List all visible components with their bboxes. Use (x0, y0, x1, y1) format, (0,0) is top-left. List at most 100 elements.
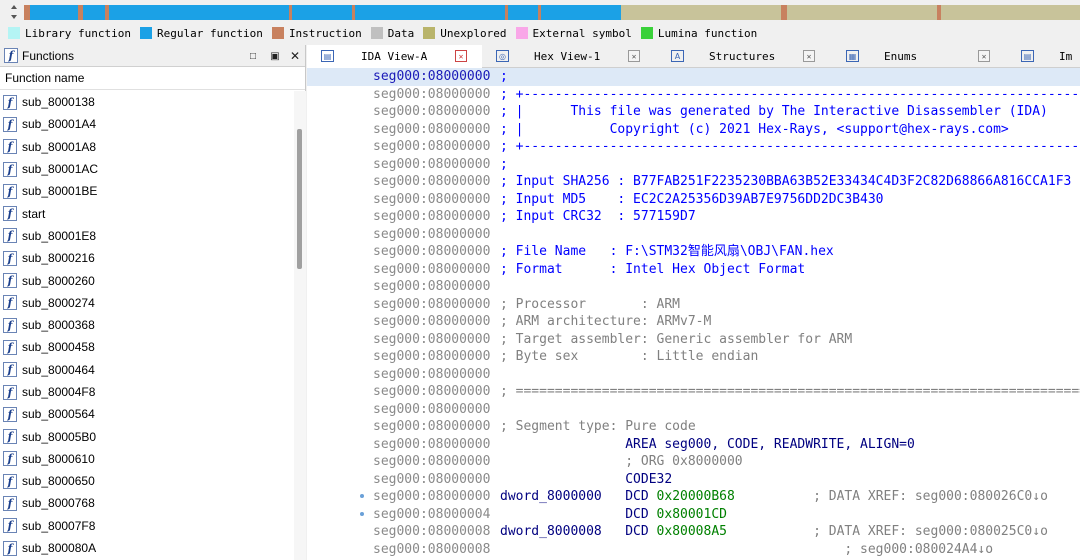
function-list-item[interactable]: f sub_8000260 (0, 269, 294, 291)
nav-band-segment[interactable] (292, 5, 352, 20)
listing-line[interactable]: seg000:08000000 ; | This file was generat… (307, 103, 1080, 121)
listing-line[interactable]: seg000:08000000 (307, 226, 1080, 244)
panel-float-button[interactable]: ▣ (268, 49, 282, 63)
panel-restore-button[interactable]: □ (246, 49, 260, 63)
listing-line[interactable]: seg000:08000008 ; seg000:080024A4↓o (307, 541, 1080, 559)
tab-close-icon[interactable]: ✕ (628, 50, 640, 62)
tab-im[interactable]: ▤ Im (1007, 45, 1080, 68)
listing-line[interactable]: seg000:08000000 dword_8000000 DCD 0x20000… (307, 488, 1080, 506)
function-list-item[interactable]: f sub_80001E8 (0, 225, 294, 247)
navigation-band[interactable] (0, 0, 1080, 24)
listing-line[interactable]: seg000:08000000 (307, 366, 1080, 384)
function-list-item[interactable]: f sub_80005B0 (0, 425, 294, 447)
listing-line[interactable]: seg000:08000000 ; Target assembler: Gener… (307, 331, 1080, 349)
nav-band-segment[interactable] (109, 5, 289, 20)
function-list-item[interactable]: f sub_8000650 (0, 470, 294, 492)
tab-enums[interactable]: ▦ Enums ✕ (832, 45, 1007, 68)
nav-band-segment[interactable] (541, 5, 621, 20)
listing-line[interactable]: seg000:08000000 ; Input SHA256 : B77FAB25… (307, 173, 1080, 191)
function-list-item[interactable]: f sub_8000458 (0, 336, 294, 358)
nav-band-segment[interactable] (508, 5, 538, 20)
legend-item: Regular function (139, 27, 263, 40)
function-list-item[interactable]: f sub_80001A4 (0, 113, 294, 135)
tab-close-icon[interactable]: ✕ (803, 50, 815, 62)
nav-band-strip[interactable] (24, 5, 1080, 20)
legend-item: Lumina function (640, 27, 757, 40)
function-list-item[interactable]: f sub_8000216 (0, 247, 294, 269)
disassembly-listing[interactable]: seg000:08000000; seg000:08000000; +------… (307, 68, 1080, 560)
function-list-item[interactable]: f sub_80004F8 (0, 381, 294, 403)
tab-hex-view-1[interactable]: ◎ Hex View-1 ✕ (482, 45, 657, 68)
function-list-item[interactable]: f sub_80007F8 (0, 515, 294, 537)
tab-close-icon[interactable]: ✕ (978, 50, 990, 62)
listing-line[interactable]: seg000:08000000 ; | Copyright (c) 2021 He… (307, 121, 1080, 139)
line-address: seg000:08000000 (373, 436, 491, 452)
function-list-item[interactable]: f sub_8000138 (0, 91, 294, 113)
line-token: DCD (601, 489, 657, 504)
line-content: ; File Name : F:\STM32智能风扇\OBJ\FAN.hex (500, 243, 834, 260)
function-list-item[interactable]: f start (0, 202, 294, 224)
function-list-item[interactable]: f sub_8000610 (0, 448, 294, 470)
function-list-item[interactable]: f sub_80001AC (0, 158, 294, 180)
listing-line[interactable]: seg000:08000000 AREA seg000, CODE, READW… (307, 436, 1080, 454)
function-list-item[interactable]: f sub_800080A (0, 537, 294, 559)
function-name: sub_8000610 (22, 451, 95, 466)
xref-dot-icon (360, 494, 364, 498)
listing-line[interactable]: seg000:08000004 DCD 0x80001CD (307, 506, 1080, 524)
listing-line[interactable]: seg000:08000000 ; +----------------------… (307, 86, 1080, 104)
function-list-item[interactable]: f sub_8000564 (0, 403, 294, 425)
listing-line[interactable]: seg000:08000000 ; Input MD5 : EC2C2A25356… (307, 191, 1080, 209)
legend-label: Library function (25, 26, 131, 40)
listing-line[interactable]: seg000:08000000 ; =======================… (307, 383, 1080, 401)
listing-line[interactable]: seg000:08000000 ; ARM architecture: ARMv7… (307, 313, 1080, 331)
listing-line[interactable]: seg000:08000000 ; ORG 0x8000000 (307, 453, 1080, 471)
function-icon: f (3, 250, 17, 266)
listing-line[interactable]: seg000:08000000; (307, 156, 1080, 174)
legend-item: Instruction (271, 27, 362, 40)
functions-scrollbar-thumb[interactable] (297, 129, 302, 269)
line-token: ; (500, 69, 508, 84)
tab-close-icon[interactable]: ✕ (455, 50, 467, 62)
tab-structures[interactable]: A Structures ✕ (657, 45, 832, 68)
line-content: ; Format : Intel Hex Object Format (500, 261, 805, 278)
nav-up-arrow-icon[interactable] (11, 5, 17, 9)
listing-line[interactable]: seg000:08000000 ; File Name : F:\STM32智能风… (307, 243, 1080, 261)
functions-scrollbar[interactable] (294, 91, 306, 560)
listing-line[interactable]: seg000:08000000 ; +----------------------… (307, 138, 1080, 156)
function-list-item[interactable]: f sub_80001A8 (0, 136, 294, 158)
listing-line[interactable]: seg000:08000000 ; Input CRC32 : 577159D7 (307, 208, 1080, 226)
function-list-item[interactable]: f sub_80001BE (0, 180, 294, 202)
line-content: ; +-------------------------------------… (500, 86, 1080, 103)
nav-down-arrow-icon[interactable] (11, 15, 17, 19)
listing-line[interactable]: seg000:08000000; (307, 68, 1080, 86)
listing-line[interactable]: seg000:08000000 ; Format : Intel Hex Obje… (307, 261, 1080, 279)
listing-line[interactable]: seg000:08000000 ; Processor : ARM (307, 296, 1080, 314)
function-list-item[interactable]: f sub_8000368 (0, 314, 294, 336)
line-address: seg000:08000000 (373, 261, 491, 277)
listing-line[interactable]: seg000:08000000 ; Segment type: Pure code (307, 418, 1080, 436)
nav-band-segment[interactable] (83, 5, 105, 20)
function-list-item[interactable]: f sub_8000464 (0, 359, 294, 381)
function-name-column-header[interactable]: Function name (0, 67, 305, 90)
listing-line[interactable]: seg000:08000000 CODE32 (307, 471, 1080, 489)
imports-icon: ▤ (1021, 50, 1034, 62)
line-token: DCD (500, 506, 657, 522)
nav-band-segment[interactable] (355, 5, 505, 20)
listing-line[interactable]: seg000:08000000 (307, 401, 1080, 419)
listing-line[interactable]: seg000:08000000 (307, 278, 1080, 296)
nav-band-segment[interactable] (787, 5, 937, 20)
nav-band-segment[interactable] (621, 5, 781, 20)
function-name: sub_8000650 (22, 474, 95, 489)
tab-ida-view-a[interactable]: ▤ IDA View-A ✕ (307, 45, 482, 68)
listing-line[interactable]: seg000:08000000 ; Byte sex : Little endia… (307, 348, 1080, 366)
function-list-item[interactable]: f sub_8000274 (0, 292, 294, 314)
function-list-item[interactable]: f sub_8000768 (0, 492, 294, 514)
nav-band-arrows[interactable] (6, 2, 22, 22)
listing-line[interactable]: seg000:08000008 dword_8000008 DCD 0x80008… (307, 523, 1080, 541)
line-token: ; +-------------------------------------… (500, 139, 1080, 154)
nav-band-segment[interactable] (30, 5, 78, 20)
nav-band-segment[interactable] (941, 5, 1080, 20)
line-address: seg000:08000000 (373, 226, 491, 242)
line-token: ; | This file was generated by The Inter… (500, 104, 1048, 119)
panel-close-button[interactable]: ✕ (288, 49, 302, 63)
